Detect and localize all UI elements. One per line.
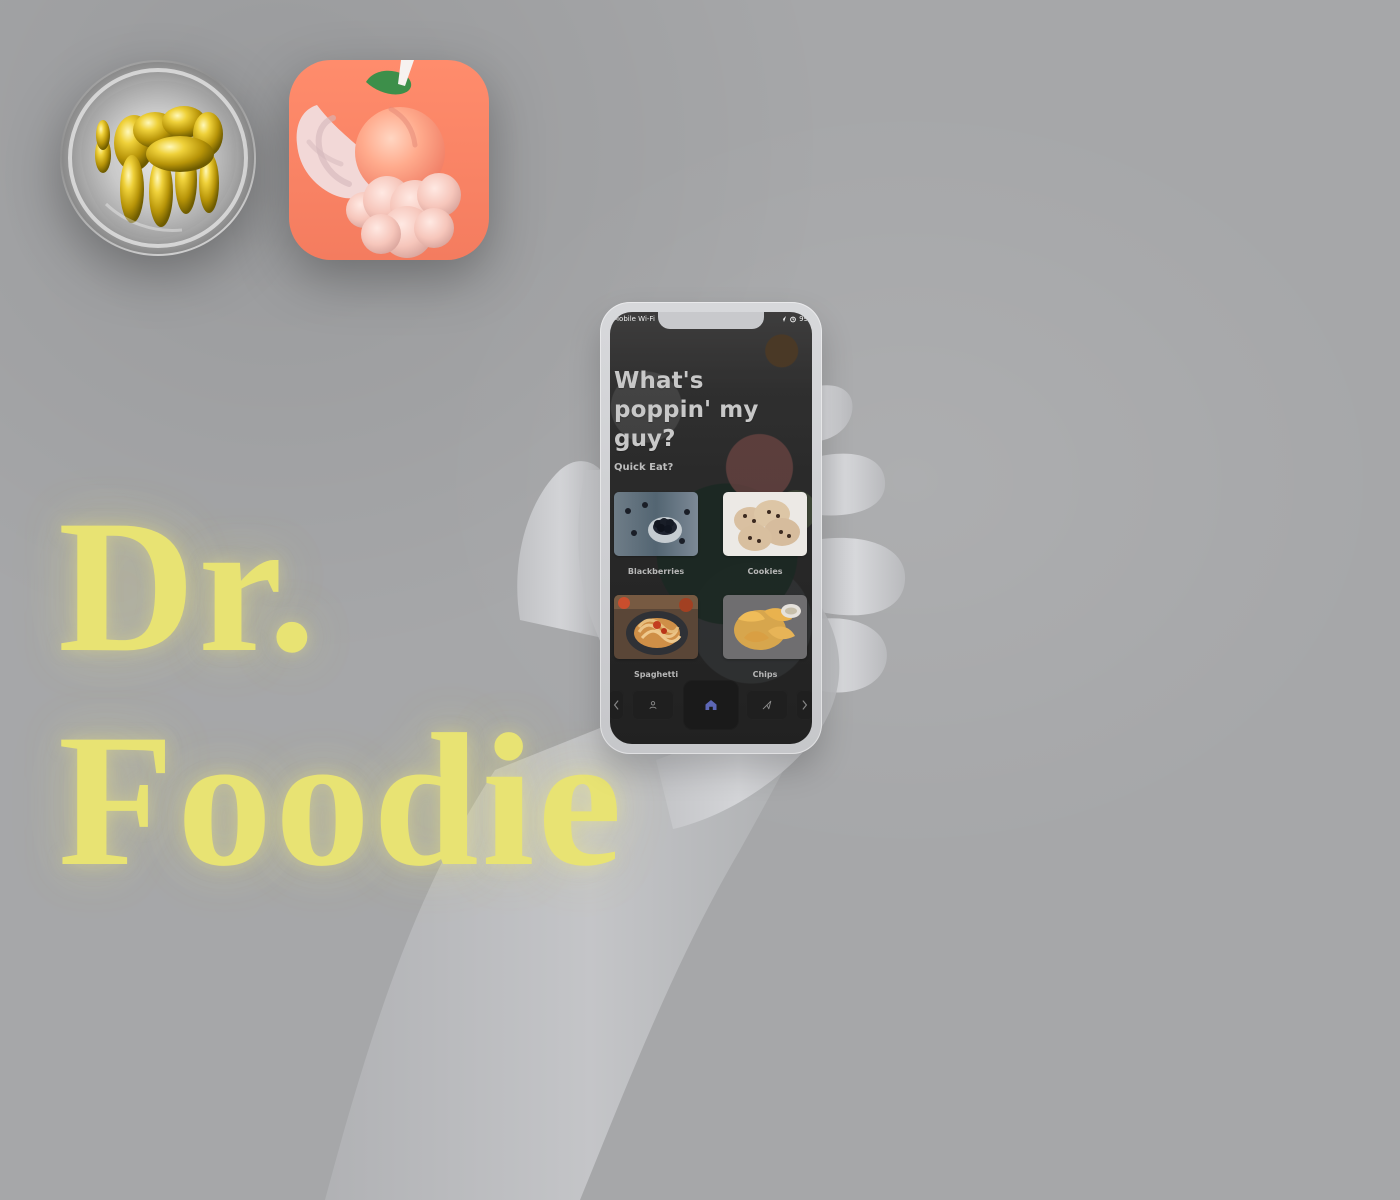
status-carrier: Mobile Wi-Fi bbox=[613, 315, 655, 323]
spaghetti-image bbox=[614, 595, 698, 659]
blackberries-image bbox=[614, 492, 698, 556]
phone-headline: What's poppin' my guy? bbox=[614, 368, 759, 452]
location-icon bbox=[780, 316, 787, 322]
nav-profile-button[interactable] bbox=[632, 690, 674, 720]
balloon-dog-app-icon[interactable] bbox=[60, 60, 256, 256]
food-card-cookies[interactable]: Cookies bbox=[723, 492, 807, 599]
send-icon bbox=[762, 700, 772, 710]
battery-percentage: 99 bbox=[799, 315, 808, 323]
nav-send-button[interactable] bbox=[746, 690, 788, 720]
phone-mockup: Mobile Wi-Fi 99 What's poppin' my guy? Q… bbox=[600, 302, 822, 754]
chevron-left-icon bbox=[613, 700, 619, 710]
status-indicators: 99 bbox=[779, 314, 808, 324]
phone-screen: Mobile Wi-Fi 99 What's poppin' my guy? Q… bbox=[610, 312, 812, 744]
nav-partial-left-button[interactable] bbox=[610, 690, 624, 720]
food-label-spaghetti: Spaghetti bbox=[633, 670, 679, 679]
bottom-navigation bbox=[610, 680, 812, 734]
home-icon bbox=[705, 700, 717, 710]
winged-peach-icon bbox=[296, 60, 461, 258]
phone-notch bbox=[658, 312, 764, 329]
quick-eat-label: Quick Eat? bbox=[614, 462, 674, 473]
food-label-cookies: Cookies bbox=[747, 567, 783, 576]
food-card-blackberries[interactable]: Blackberries bbox=[614, 492, 698, 599]
profile-icon bbox=[649, 701, 657, 709]
brand-title: Dr. Foodie bbox=[58, 482, 678, 896]
chips-image bbox=[723, 595, 807, 659]
balloon-dog-icon bbox=[62, 62, 254, 254]
showcase-stage: Dr. Foodie Mobile Wi-Fi 99 What's poppin… bbox=[0, 0, 1400, 1200]
food-label-chips: Chips bbox=[752, 670, 778, 679]
cookies-image bbox=[723, 492, 807, 556]
nav-home-button[interactable] bbox=[683, 680, 739, 730]
brand-title-line-2: Foodie bbox=[58, 696, 625, 906]
chevron-right-icon bbox=[802, 700, 808, 710]
winged-peach-app-icon[interactable] bbox=[289, 60, 489, 260]
brand-title-line-1: Dr. bbox=[58, 482, 319, 692]
alarm-icon bbox=[790, 316, 796, 323]
nav-partial-right-button[interactable] bbox=[796, 690, 812, 720]
food-label-blackberries: Blackberries bbox=[627, 567, 685, 576]
